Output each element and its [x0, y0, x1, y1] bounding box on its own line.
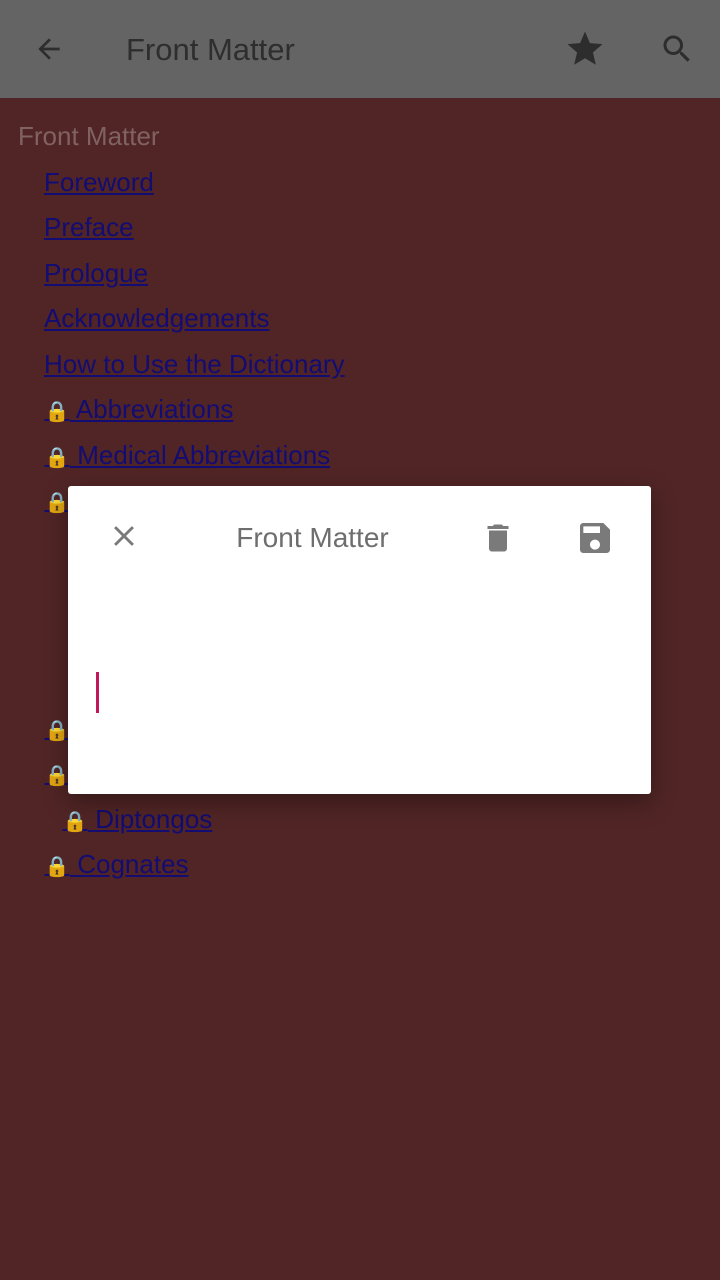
bookmark-button[interactable]	[561, 25, 609, 73]
link-how-to-use[interactable]: How to Use the Dictionary	[44, 348, 345, 380]
link-abbreviations[interactable]: 🔒 Abbreviations	[44, 393, 234, 428]
note-input[interactable]	[94, 668, 624, 714]
save-button[interactable]	[571, 514, 619, 562]
search-button[interactable]	[653, 25, 701, 73]
link-hidden-2[interactable]: 🔒	[44, 712, 70, 747]
search-icon	[663, 35, 690, 62]
lock-icon: 🔒	[44, 856, 70, 878]
link-diptongos[interactable]: 🔒 Diptongos	[62, 803, 213, 838]
back-button[interactable]	[25, 25, 73, 73]
trash-icon	[487, 524, 509, 552]
lock-icon: 🔒	[44, 720, 70, 742]
lock-icon: 🔒	[44, 765, 70, 787]
note-dialog: Front Matter	[68, 486, 651, 794]
lock-icon: 🔒	[44, 401, 70, 423]
lock-icon: 🔒	[62, 811, 88, 833]
link-preface[interactable]: Preface	[44, 211, 134, 243]
save-icon	[580, 523, 610, 553]
link-acknowledgements[interactable]: Acknowledgements	[44, 302, 269, 334]
star-icon	[567, 31, 603, 65]
arrow-back-icon	[38, 38, 60, 60]
delete-button[interactable]	[474, 514, 522, 562]
page-title: Front Matter	[126, 32, 295, 67]
link-medical-abbreviations[interactable]: 🔒 Medical Abbreviations	[44, 439, 331, 474]
link-cognates[interactable]: 🔒 Cognates	[44, 848, 189, 883]
lock-icon: 🔒	[44, 447, 70, 469]
link-prologue[interactable]: Prologue	[44, 257, 148, 289]
text-caret	[96, 672, 99, 713]
link-foreword[interactable]: Foreword	[44, 166, 154, 198]
link-hidden-1[interactable]: 🔒	[44, 484, 70, 519]
app-bar: Front Matter	[0, 0, 720, 98]
lock-icon: 🔒	[44, 492, 70, 514]
section-title: Front Matter	[18, 121, 160, 151]
link-hidden-3[interactable]: 🔒	[44, 757, 70, 792]
